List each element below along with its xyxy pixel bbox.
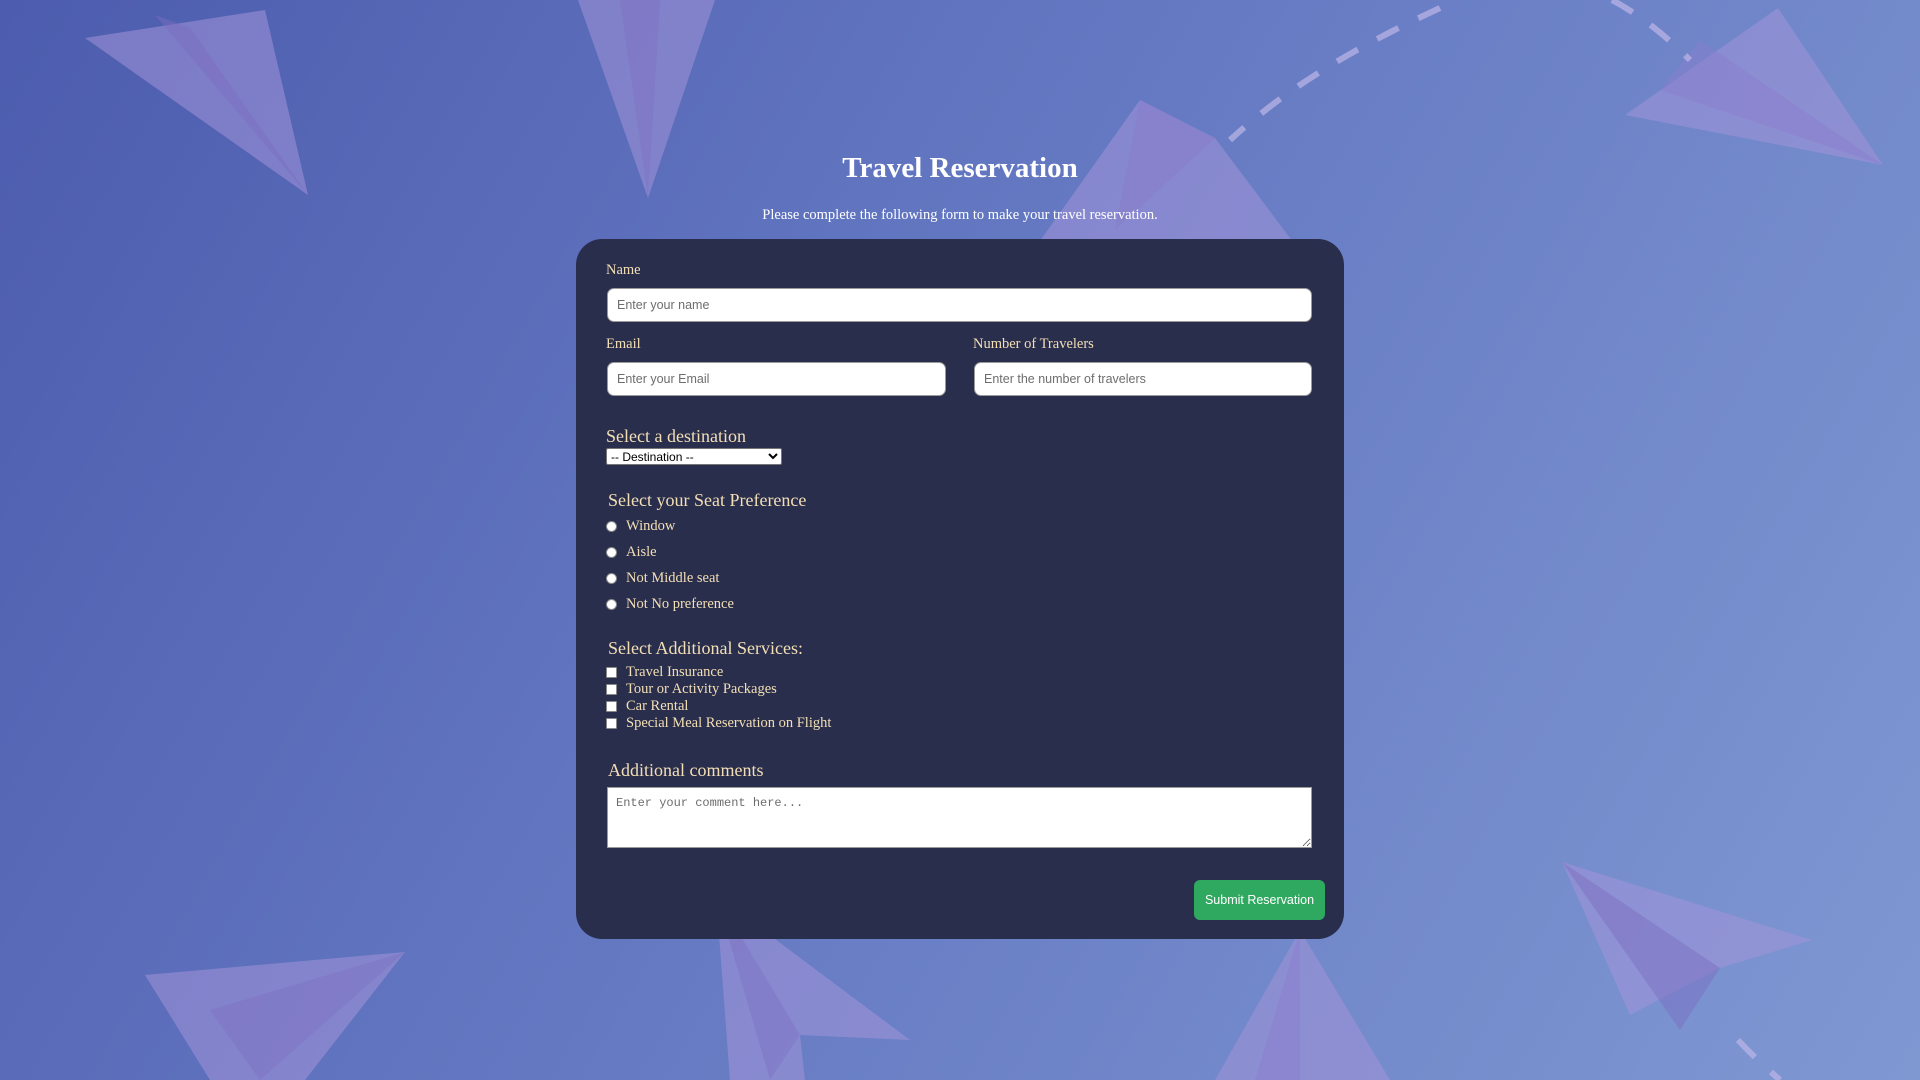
seat-option-label: Aisle [626,543,657,560]
radio-button[interactable] [606,520,617,532]
service-option-car-rental[interactable]: Car Rental [606,698,688,715]
reservation-form: Name Email Number of Travelers Select a … [576,239,1344,939]
page-subtitle: Please complete the following form to ma… [762,207,1158,223]
checkbox[interactable] [606,718,617,729]
seat-option-no-preference[interactable]: Not No preference [606,594,734,614]
dashed-flight-path [1610,0,1693,63]
service-option-travel-insurance[interactable]: Travel Insurance [606,664,723,681]
service-option-special-meal[interactable]: Special Meal Reservation on Flight [606,715,831,732]
checkbox[interactable] [606,667,617,678]
radio-button[interactable] [606,598,617,610]
paper-plane-icon [145,952,405,1080]
name-label: Name [606,262,641,278]
submit-reservation-button[interactable]: Submit Reservation [1194,880,1325,920]
seat-option-label: Not No preference [626,595,734,612]
service-option-label: Tour or Activity Packages [626,681,777,697]
email-input[interactable] [607,362,946,396]
paper-plane-icon [1562,862,1812,1030]
checkbox[interactable] [606,684,617,695]
paper-plane-icon [1625,8,1883,165]
service-option-label: Car Rental [626,698,689,714]
paper-plane-icon [1215,930,1390,1080]
dashed-flight-path [1735,1037,1782,1080]
comments-textarea[interactable] [607,787,1312,848]
page-title: Travel Reservation [842,152,1078,184]
service-option-label: Special Meal Reservation on Flight [626,715,832,731]
travelers-input[interactable] [974,362,1312,396]
service-option-tour-packages[interactable]: Tour or Activity Packages [606,681,777,698]
seat-option-aisle[interactable]: Aisle [606,542,657,562]
seat-preference-label: Select your Seat Preference [608,490,807,510]
travelers-label: Number of Travelers [973,336,1094,352]
radio-button[interactable] [606,572,617,584]
comments-label: Additional comments [608,760,764,780]
destination-select[interactable]: -- Destination -- [606,448,782,465]
radio-button[interactable] [606,546,617,558]
seat-option-label: Not Middle seat [626,569,720,586]
seat-option-not-middle[interactable]: Not Middle seat [606,568,719,588]
service-option-label: Travel Insurance [626,664,724,680]
email-label: Email [606,336,641,352]
dashed-flight-path [1227,5,1442,143]
checkbox[interactable] [606,701,617,712]
destination-label: Select a destination [606,426,746,446]
seat-option-label: Window [626,517,676,534]
additional-services-label: Select Additional Services: [608,638,803,658]
name-input[interactable] [607,288,1312,322]
seat-option-window[interactable]: Window [606,516,675,536]
